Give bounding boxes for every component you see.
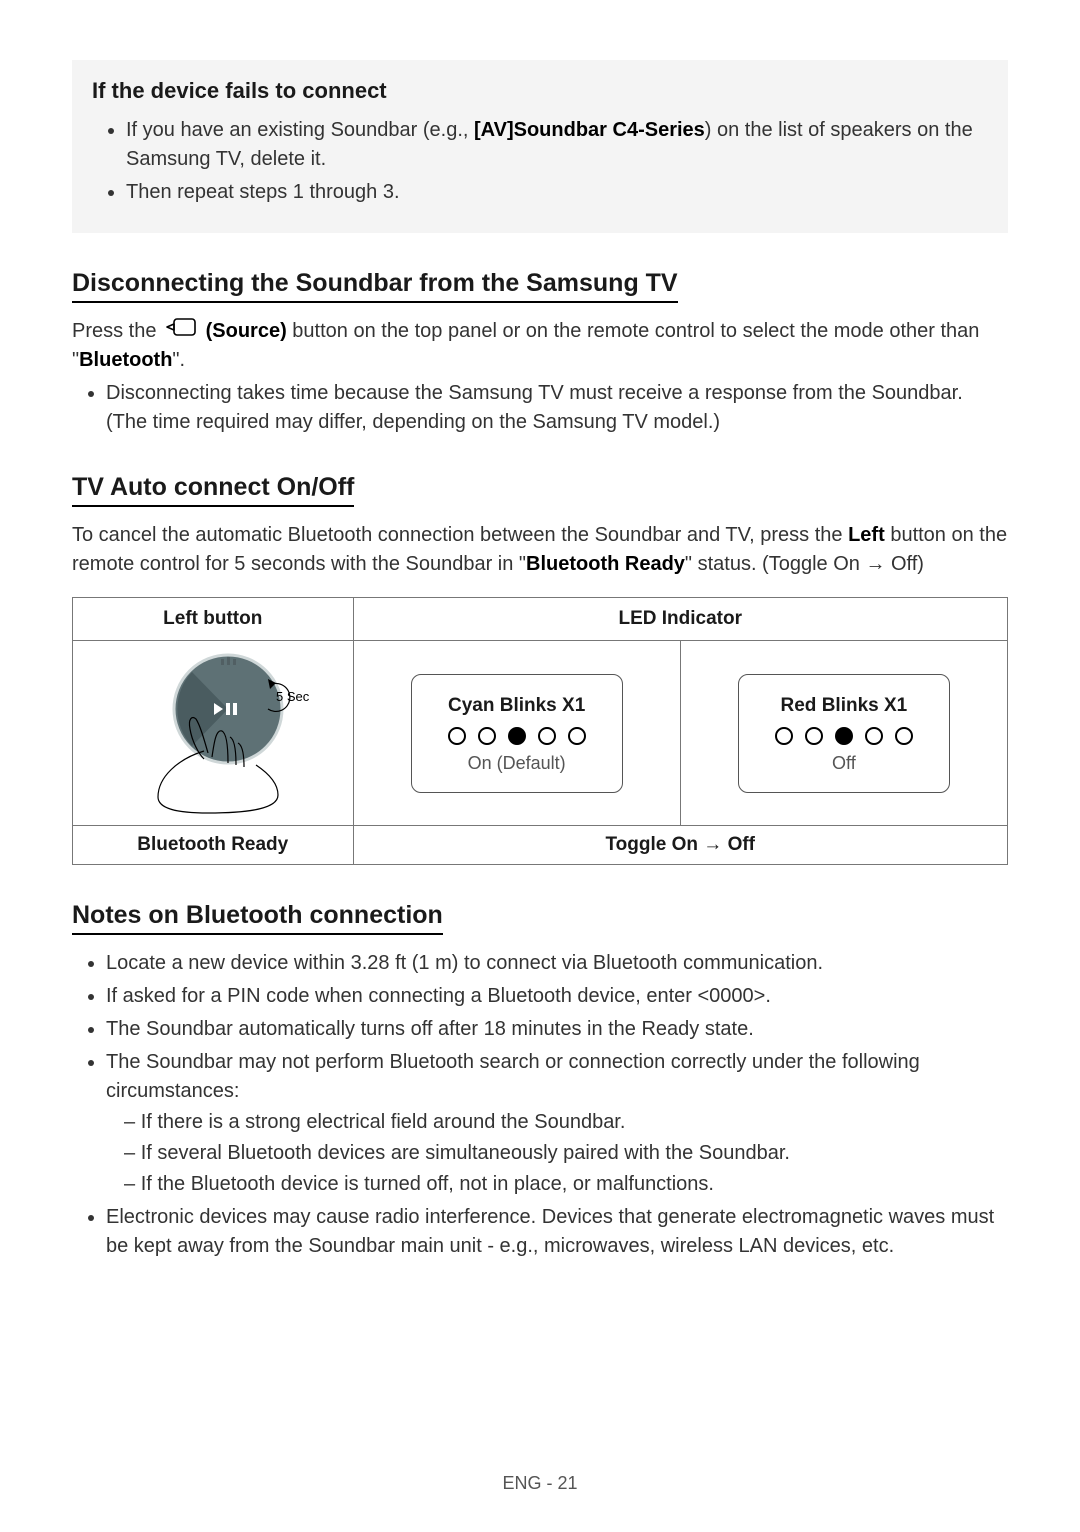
led-indicator-table: Left button LED Indicator [72, 597, 1008, 865]
note-sub-3: If the Bluetooth device is turned off, n… [124, 1170, 1008, 1199]
callout-item-2: Then repeat steps 1 through 3. [126, 178, 988, 207]
page-footer: ENG - 21 [0, 1473, 1080, 1494]
callout-fails-to-connect: If the device fails to connect If you ha… [72, 60, 1008, 233]
cyan-dots [448, 727, 586, 745]
note-item-2: If asked for a PIN code when connecting … [106, 982, 1008, 1011]
callout-heading: If the device fails to connect [92, 78, 988, 104]
led-dot-icon [775, 727, 793, 745]
red-dots [775, 727, 913, 745]
section-notes: Notes on Bluetooth connection Locate a n… [72, 901, 1008, 1261]
note-item-1: Locate a new device within 3.28 ft (1 m)… [106, 949, 1008, 978]
led-dot-icon [895, 727, 913, 745]
led-dot-filled-icon [835, 727, 853, 745]
disconnect-list: Disconnecting takes time because the Sam… [106, 379, 1008, 437]
cyan-title: Cyan Blinks X1 [448, 695, 586, 717]
led-dot-icon [568, 727, 586, 745]
cyan-sub: On (Default) [448, 753, 586, 774]
td-cyan-indicator: Cyan Blinks X1 On (Default) [353, 641, 680, 826]
notes-sublist: If there is a strong electrical field ar… [124, 1108, 1008, 1199]
section-disconnecting: Disconnecting the Soundbar from the Sams… [72, 269, 1008, 437]
auto-instruction: To cancel the automatic Bluetooth connec… [72, 521, 1008, 579]
note-sub-2: If several Bluetooth devices are simulta… [124, 1139, 1008, 1168]
notes-list: Locate a new device within 3.28 ft (1 m)… [106, 949, 1008, 1261]
callout-item-1: If you have an existing Soundbar (e.g., … [126, 116, 988, 174]
source-icon [165, 317, 197, 346]
heading-disconnecting: Disconnecting the Soundbar from the Sams… [72, 269, 678, 303]
note-sub-1: If there is a strong electrical field ar… [124, 1108, 1008, 1137]
td-bluetooth-ready: Bluetooth Ready [73, 826, 354, 865]
note-item-4: The Soundbar may not perform Bluetooth s… [106, 1048, 1008, 1199]
five-sec-label: 5 Sec [276, 689, 310, 704]
red-sub: Off [775, 753, 913, 774]
th-led-indicator: LED Indicator [353, 598, 1008, 641]
led-dot-filled-icon [508, 727, 526, 745]
remote-left-button-icon: 5 Sec [108, 649, 318, 815]
th-left-button: Left button [73, 598, 354, 641]
led-dot-icon [865, 727, 883, 745]
td-red-indicator: Red Blinks X1 Off [680, 641, 1007, 826]
section-tv-auto: TV Auto connect On/Off To cancel the aut… [72, 473, 1008, 865]
heading-tv-auto: TV Auto connect On/Off [72, 473, 354, 507]
red-title: Red Blinks X1 [775, 695, 913, 717]
led-dot-icon [538, 727, 556, 745]
td-toggle: Toggle On → Off [353, 826, 1008, 865]
disconnect-bullet: Disconnecting takes time because the Sam… [106, 379, 1008, 437]
led-dot-icon [448, 727, 466, 745]
disconnect-instruction: Press the (Source) button on the top pan… [72, 317, 1008, 375]
note-item-5: Electronic devices may cause radio inter… [106, 1203, 1008, 1261]
callout-list: If you have an existing Soundbar (e.g., … [126, 116, 988, 207]
note-item-3: The Soundbar automatically turns off aft… [106, 1015, 1008, 1044]
td-remote-diagram: 5 Sec [73, 641, 354, 826]
heading-notes: Notes on Bluetooth connection [72, 901, 443, 935]
led-dot-icon [478, 727, 496, 745]
led-dot-icon [805, 727, 823, 745]
